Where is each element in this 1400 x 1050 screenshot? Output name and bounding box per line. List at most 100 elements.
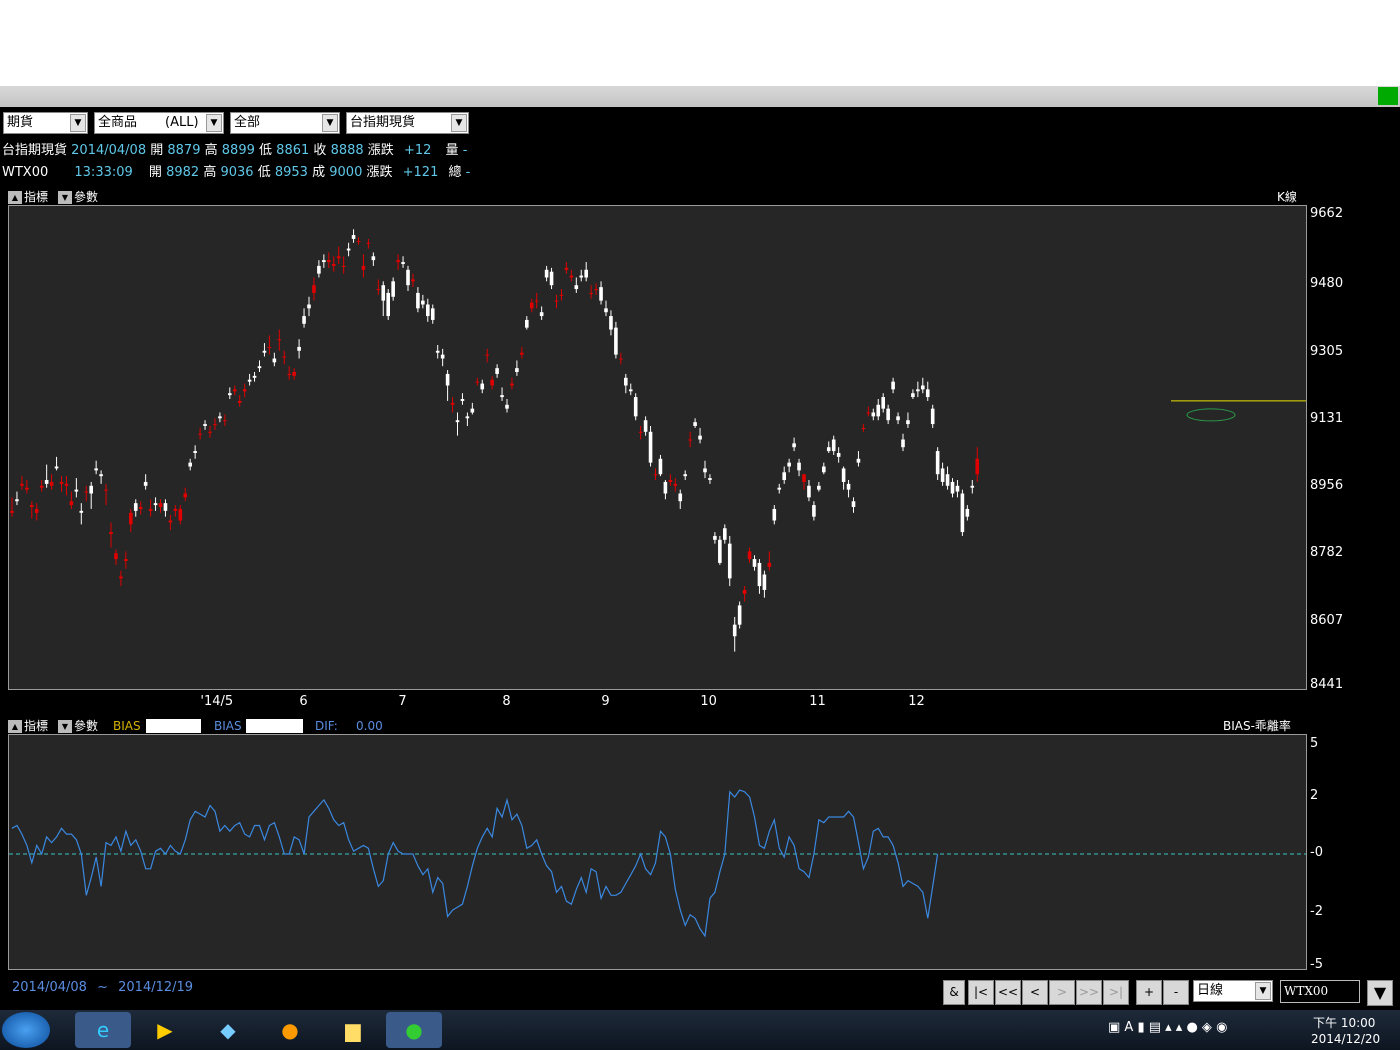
candle-body — [84, 491, 89, 493]
triangle-up-icon: ▲ — [8, 191, 22, 204]
bias-tick: -2 — [1310, 904, 1323, 919]
grid-icon[interactable] — [1378, 87, 1398, 105]
date-tick: 6 — [299, 694, 308, 709]
bias-chart — [9, 789, 1306, 938]
price-tick: 9305 — [1310, 343, 1344, 359]
candle-body — [153, 503, 158, 506]
candle-body — [752, 559, 757, 567]
candle-body — [925, 389, 930, 398]
candle-body — [386, 292, 390, 317]
candle-body — [688, 439, 692, 441]
line-icon[interactable]: ● — [386, 1012, 442, 1048]
main-params-tool[interactable]: ▼ 參數 — [58, 190, 98, 204]
date-tick: 7 — [398, 694, 407, 709]
bias-panel[interactable] — [8, 734, 1307, 970]
candle-body — [371, 256, 376, 261]
candle-body — [599, 287, 603, 301]
candle-body — [356, 240, 361, 242]
media-player-icon[interactable]: ▶ — [137, 1012, 193, 1048]
start-button-icon[interactable] — [2, 1012, 50, 1048]
candle-body — [614, 327, 618, 355]
candle-body — [79, 510, 84, 513]
ie-icon[interactable]: e — [75, 1012, 131, 1048]
scope-select[interactable]: 全部 ▼ — [230, 112, 340, 134]
candle-body — [10, 510, 14, 513]
candle-body — [520, 352, 524, 355]
candle-body — [381, 285, 386, 301]
candle-body — [960, 493, 965, 533]
chevron-down-icon[interactable]: ▼ — [322, 114, 338, 132]
price-tick: 8607 — [1310, 612, 1344, 628]
candlestick-panel[interactable] — [8, 205, 1354, 690]
ind-indicator-tool[interactable]: ▲ 指標 — [8, 719, 48, 733]
candle-body — [955, 485, 960, 492]
triangle-up-icon: ▲ — [8, 720, 22, 733]
candle-body — [663, 481, 668, 494]
product-select[interactable]: 全商品 (ALL) ▼ — [94, 112, 224, 134]
clock-date: 2014/12/20 — [1311, 1032, 1381, 1046]
candle-body — [455, 420, 460, 423]
candle-body — [841, 468, 846, 482]
first-button[interactable]: |< — [968, 980, 994, 1005]
candle-body — [757, 562, 762, 587]
dif-label: DIF: — [315, 719, 338, 733]
candle-body — [742, 589, 747, 594]
candle-body — [416, 292, 420, 309]
chevron-down-icon[interactable]: ▼ — [70, 114, 86, 132]
main-indicator-tool[interactable]: ▲ 指標 — [8, 190, 48, 204]
bias2-value-box — [246, 719, 303, 733]
bias-tick: 2 — [1310, 788, 1319, 803]
quote-line-spot: 台指期現貨 2014/04/08 開 8879 高 8899 低 8861 收 … — [2, 143, 468, 158]
candle-body — [787, 462, 791, 467]
candle-body — [168, 520, 173, 523]
zoom-out-button[interactable]: - — [1163, 980, 1189, 1005]
candle-body — [619, 358, 623, 360]
annotation-ellipse — [1186, 408, 1236, 422]
candle-body — [114, 553, 118, 560]
candle-body — [861, 427, 866, 429]
candle-body — [589, 292, 593, 294]
candle-body — [609, 316, 613, 330]
candle-body — [653, 474, 658, 476]
candle-body — [777, 487, 782, 490]
back-button[interactable]: < — [1022, 980, 1048, 1005]
amp-button[interactable]: & — [943, 980, 965, 1005]
fast-back-button[interactable]: << — [995, 980, 1021, 1005]
candle-body — [69, 501, 74, 506]
candle-body — [485, 354, 489, 356]
tray-icons[interactable]: ▣ A ▮ ▤ ▴ ▴ ● ◈ ◉ — [1108, 1020, 1227, 1035]
fast-forward-button[interactable]: >> — [1076, 980, 1102, 1005]
symbol-input[interactable]: WTX00 — [1280, 980, 1360, 1003]
folder-icon[interactable]: ▆ — [325, 1012, 381, 1048]
candle-body — [232, 389, 237, 392]
chevron-down-icon[interactable]: ▼ — [206, 114, 222, 132]
symbol-select[interactable]: 台指期現貨 ▼ — [346, 112, 469, 134]
candle-body — [267, 346, 272, 348]
window-header-bar — [0, 86, 1400, 107]
chevron-down-icon[interactable]: ▼ — [451, 114, 467, 132]
candle-body — [450, 402, 455, 405]
dropdown-arrow-icon[interactable]: ▼ — [1367, 980, 1393, 1006]
zoom-in-button[interactable]: + — [1136, 980, 1162, 1005]
market-select[interactable]: 期貨 ▼ — [3, 112, 88, 134]
ind-params-tool[interactable]: ▼ 參數 — [58, 719, 98, 733]
last-button[interactable]: >| — [1103, 980, 1129, 1005]
candle-body — [247, 379, 252, 382]
date-tick: 10 — [700, 694, 717, 709]
chat-icon[interactable]: ● — [262, 1012, 318, 1048]
candle-body — [628, 389, 633, 392]
forward-button[interactable]: > — [1049, 980, 1075, 1005]
candle-body — [193, 451, 197, 454]
candle-body — [470, 408, 475, 413]
candle-body — [594, 289, 598, 291]
candle-body — [252, 375, 257, 378]
chevron-down-icon[interactable]: ▼ — [1255, 982, 1271, 1000]
candle-body — [426, 304, 430, 317]
candle-body — [866, 412, 871, 414]
candle-body — [317, 265, 321, 274]
candle-body — [708, 478, 712, 481]
candle-body — [124, 559, 128, 562]
candle-body — [584, 269, 588, 278]
period-select[interactable]: 日線 ▼ — [1193, 980, 1273, 1002]
app-icon[interactable]: ◆ — [200, 1012, 256, 1048]
